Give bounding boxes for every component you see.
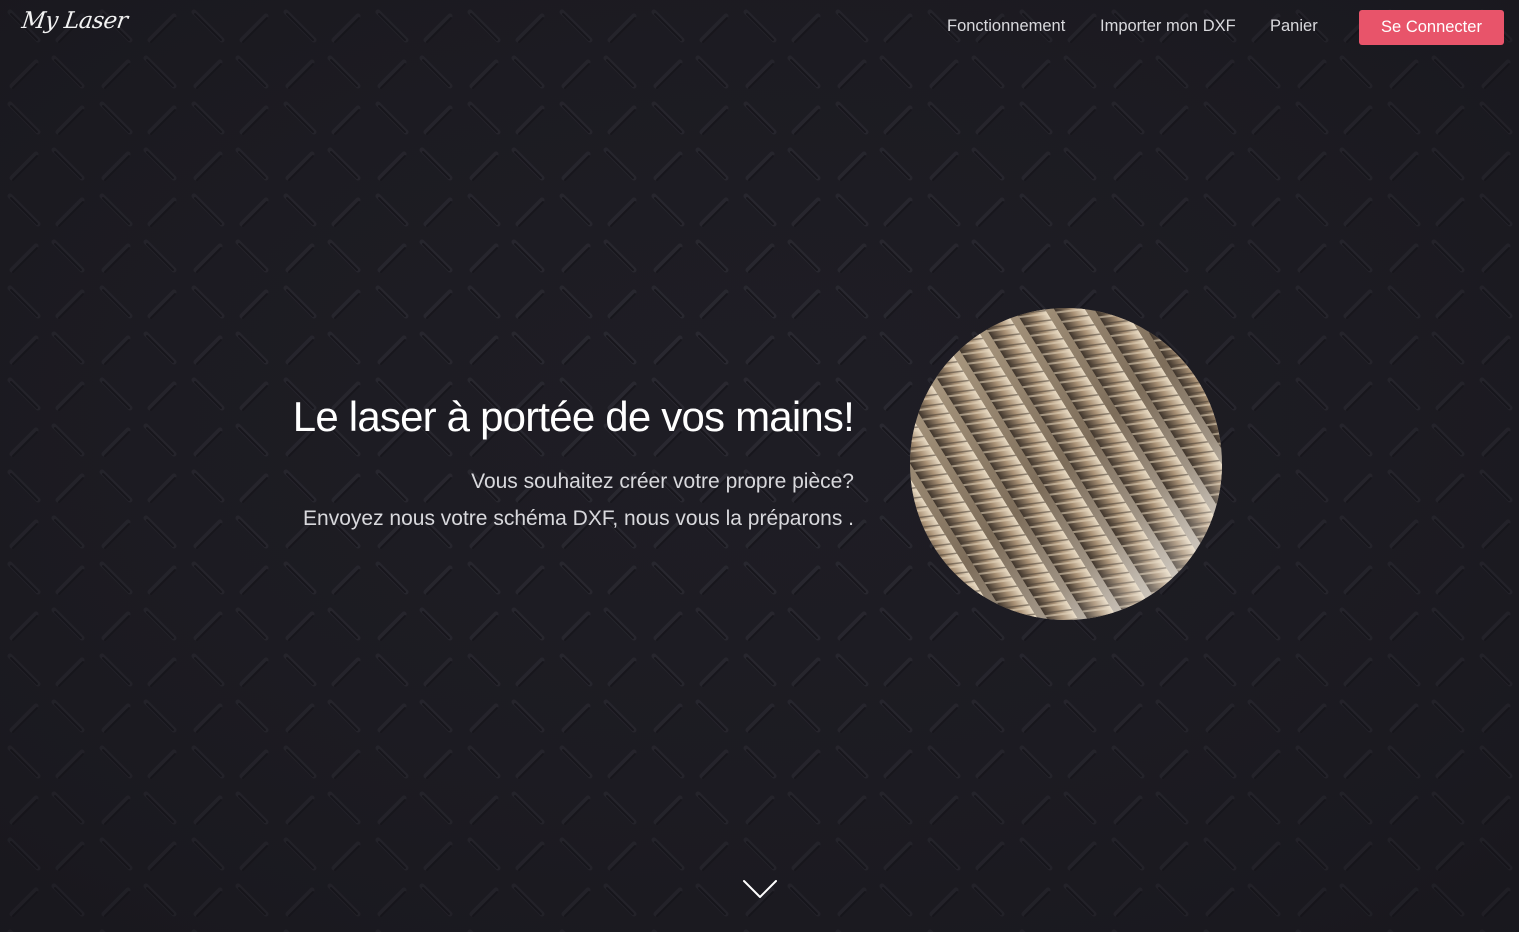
top-navbar: My Laser Fonctionnement Importer mon DXF… xyxy=(0,0,1519,56)
hero-rebar-image xyxy=(910,308,1222,620)
nav-item-fonctionnement[interactable]: Fonctionnement xyxy=(947,17,1065,37)
hero-subtitle-line-2: Envoyez nous votre schéma DXF, nous vous… xyxy=(303,507,854,530)
nav-item-panier[interactable]: Panier xyxy=(1270,17,1318,37)
hero-title: Le laser à portée de vos mains! xyxy=(292,393,855,440)
site-logo[interactable]: My Laser xyxy=(20,8,129,34)
nav-item-importer-dxf[interactable]: Importer mon DXF xyxy=(1100,17,1236,37)
chevron-down-icon[interactable] xyxy=(742,878,778,900)
login-button[interactable]: Se Connecter xyxy=(1359,10,1504,45)
hero-subtitle-line-1: Vous souhaitez créer votre propre pièce? xyxy=(471,470,854,493)
hero-section: Le laser à portée de vos mains! Vous sou… xyxy=(0,0,1519,932)
